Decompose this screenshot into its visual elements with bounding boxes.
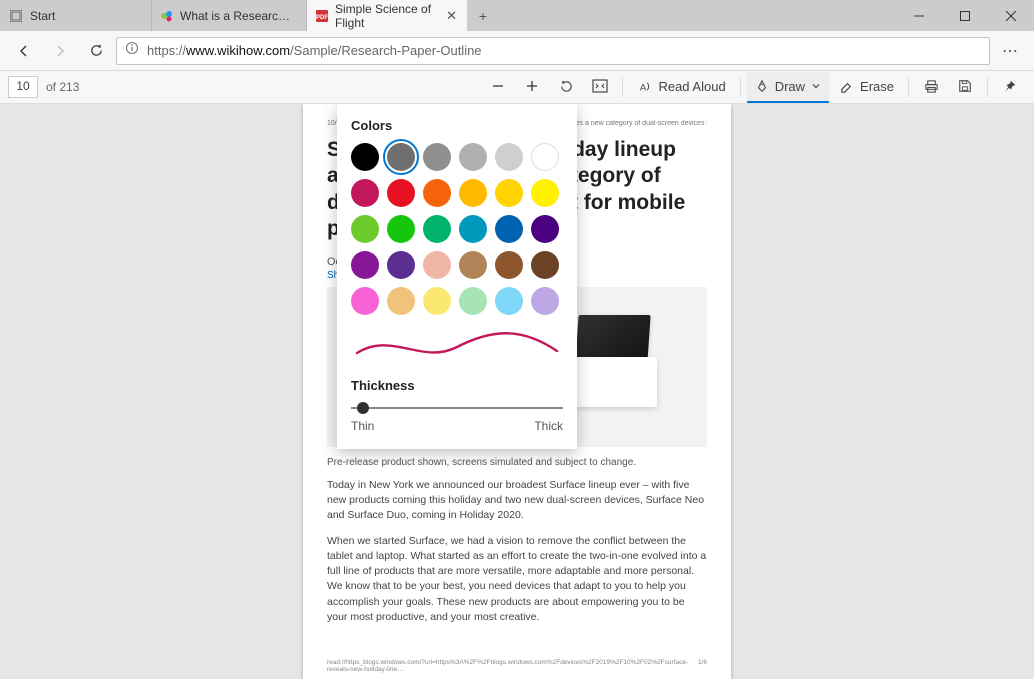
maximize-button[interactable]	[942, 0, 988, 31]
color-swatch[interactable]	[387, 251, 415, 279]
color-swatch[interactable]	[495, 143, 523, 171]
color-swatch[interactable]	[531, 287, 559, 315]
color-swatch[interactable]	[423, 287, 451, 315]
url-text: https://www.wikihow.com/Sample/Research-…	[147, 43, 482, 58]
color-swatch[interactable]	[423, 251, 451, 279]
color-swatch[interactable]	[495, 179, 523, 207]
color-swatch[interactable]	[351, 251, 379, 279]
page-footer-url: read://https_blogs.windows.com/?url=http…	[327, 659, 698, 673]
save-button[interactable]	[949, 72, 981, 103]
close-tab-icon[interactable]: ✕	[446, 8, 457, 24]
more-menu-button[interactable]: ⋯	[994, 35, 1026, 67]
thickness-slider[interactable]	[351, 401, 563, 415]
color-swatch[interactable]	[459, 251, 487, 279]
draw-popover: Colors Thickness Thin Thick	[337, 104, 577, 449]
tab-research-paper[interactable]: What is a Research paper?	[152, 0, 307, 31]
close-window-button[interactable]	[988, 0, 1034, 31]
color-swatch[interactable]	[495, 251, 523, 279]
color-swatch[interactable]	[459, 143, 487, 171]
color-swatch[interactable]	[459, 287, 487, 315]
pin-button[interactable]	[994, 72, 1026, 103]
thin-label: Thin	[351, 419, 374, 433]
titlebar: Start What is a Research paper? PDF Simp…	[0, 0, 1034, 31]
zoom-out-button[interactable]	[482, 72, 514, 103]
color-swatch[interactable]	[495, 287, 523, 315]
forward-button[interactable]	[44, 35, 76, 67]
address-bar[interactable]: https://www.wikihow.com/Sample/Research-…	[116, 37, 990, 65]
color-swatch[interactable]	[423, 215, 451, 243]
article-paragraph-2: When we started Surface, we had a vision…	[327, 534, 707, 625]
edge-icon	[8, 8, 24, 24]
wikihow-icon	[160, 8, 174, 24]
color-swatch[interactable]	[387, 179, 415, 207]
color-swatch[interactable]	[459, 215, 487, 243]
new-tab-button[interactable]: +	[467, 0, 499, 31]
pdf-toolbar: 10 of 213 ARead Aloud Draw Erase	[0, 71, 1034, 104]
color-swatch[interactable]	[351, 287, 379, 315]
slider-thumb[interactable]	[357, 402, 369, 414]
color-swatch[interactable]	[459, 179, 487, 207]
window-controls	[896, 0, 1034, 31]
zoom-in-button[interactable]	[516, 72, 548, 103]
erase-button[interactable]: Erase	[831, 72, 902, 103]
color-swatch[interactable]	[531, 251, 559, 279]
tab-label: Simple Science of Flight	[335, 2, 440, 30]
color-swatch[interactable]	[531, 215, 559, 243]
svg-text:A: A	[640, 82, 647, 92]
tab-simple-science[interactable]: PDF Simple Science of Flight ✕	[307, 0, 467, 31]
pdf-icon: PDF	[315, 8, 329, 24]
image-caption: Pre-release product shown, screens simul…	[327, 457, 707, 468]
color-swatch[interactable]	[423, 179, 451, 207]
color-swatch[interactable]	[387, 215, 415, 243]
color-swatch[interactable]	[531, 143, 559, 171]
print-button[interactable]	[915, 72, 947, 103]
draw-button[interactable]: Draw	[747, 72, 829, 103]
color-swatch[interactable]	[531, 179, 559, 207]
tab-start[interactable]: Start	[0, 0, 152, 31]
page-total-label: of 213	[46, 80, 79, 94]
pdf-viewer[interactable]: 10/18/2019 Surface reveals new holiday l…	[0, 104, 1034, 679]
page-number-input[interactable]: 10	[8, 76, 38, 98]
article-paragraph-1: Today in New York we announced our broad…	[327, 478, 707, 524]
refresh-button[interactable]	[80, 35, 112, 67]
color-swatch[interactable]	[387, 287, 415, 315]
color-swatch[interactable]	[423, 143, 451, 171]
thick-label: Thick	[534, 419, 563, 433]
thickness-heading: Thickness	[351, 378, 563, 393]
fit-page-button[interactable]	[584, 72, 616, 103]
svg-text:PDF: PDF	[316, 15, 328, 21]
color-swatch[interactable]	[495, 215, 523, 243]
chevron-down-icon	[811, 81, 821, 91]
site-info-icon[interactable]	[125, 41, 139, 60]
tab-label: Start	[30, 9, 55, 23]
navbar: https://www.wikihow.com/Sample/Research-…	[0, 31, 1034, 71]
colors-heading: Colors	[351, 118, 563, 133]
read-aloud-button[interactable]: ARead Aloud	[629, 72, 733, 103]
color-swatch-grid	[351, 143, 563, 315]
back-button[interactable]	[8, 35, 40, 67]
page-footer-num: 1/6	[698, 659, 707, 673]
rotate-button[interactable]	[550, 72, 582, 103]
minimize-button[interactable]	[896, 0, 942, 31]
tab-label: What is a Research paper?	[180, 9, 296, 23]
color-swatch[interactable]	[387, 143, 415, 171]
color-swatch[interactable]	[351, 215, 379, 243]
color-swatch[interactable]	[351, 179, 379, 207]
stroke-preview	[351, 329, 563, 363]
color-swatch[interactable]	[351, 143, 379, 171]
